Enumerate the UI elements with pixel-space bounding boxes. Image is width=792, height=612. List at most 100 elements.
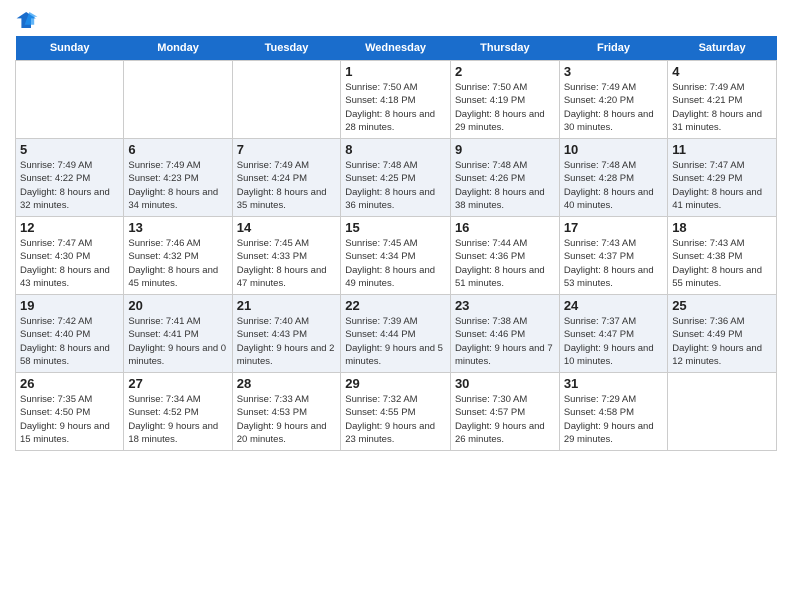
calendar-cell: 4Sunrise: 7:49 AM Sunset: 4:21 PM Daylig… [668, 61, 777, 139]
calendar-cell: 13 Sunrise: 7:46 AM Sunset: 4:32 PM Dayli… [124, 217, 232, 295]
day-info: Sunrise: 7:49 AM Sunset: 4:23 PM Dayligh… [128, 159, 227, 212]
calendar-cell: 1Sunrise: 7:50 AM Sunset: 4:18 PM Daylig… [341, 61, 451, 139]
day-number: 14 [237, 220, 337, 235]
day-number: 1 [345, 64, 446, 79]
day-number: 12 [20, 220, 119, 235]
calendar-cell: 27 Sunrise: 7:34 AM Sunset: 4:52 PM Dayli… [124, 373, 232, 451]
day-number: 5 [20, 142, 119, 157]
calendar-cell: 30 Sunrise: 7:30 AM Sunset: 4:57 PM Dayli… [450, 373, 559, 451]
day-info: Sunrise: 7:48 AM Sunset: 4:28 PM Dayligh… [564, 159, 663, 212]
calendar-cell: 19 Sunrise: 7:42 AM Sunset: 4:40 PM Dayli… [16, 295, 124, 373]
day-number: 3 [564, 64, 663, 79]
day-number: 29 [345, 376, 446, 391]
calendar-cell: 7Sunrise: 7:49 AM Sunset: 4:24 PM Daylig… [232, 139, 341, 217]
day-header-tuesday: Tuesday [232, 36, 341, 61]
day-number: 30 [455, 376, 555, 391]
calendar-cell: 17 Sunrise: 7:43 AM Sunset: 4:37 PM Dayli… [559, 217, 667, 295]
calendar-cell: 28 Sunrise: 7:33 AM Sunset: 4:53 PM Dayli… [232, 373, 341, 451]
day-info: Sunrise: 7:48 AM Sunset: 4:26 PM Dayligh… [455, 159, 555, 212]
calendar-cell: 24 Sunrise: 7:37 AM Sunset: 4:47 PM Dayli… [559, 295, 667, 373]
day-info: Sunrise: 7:36 AM Sunset: 4:49 PM Dayligh… [672, 315, 772, 368]
day-number: 2 [455, 64, 555, 79]
calendar-cell: 25 Sunrise: 7:36 AM Sunset: 4:49 PM Dayli… [668, 295, 777, 373]
day-number: 25 [672, 298, 772, 313]
calendar-cell: 22Sunrise: 7:39 AM Sunset: 4:44 PM Dayli… [341, 295, 451, 373]
day-number: 17 [564, 220, 663, 235]
day-number: 16 [455, 220, 555, 235]
day-info: Sunrise: 7:47 AM Sunset: 4:29 PM Dayligh… [672, 159, 772, 212]
day-info: Sunrise: 7:37 AM Sunset: 4:47 PM Dayligh… [564, 315, 663, 368]
calendar-cell: 29Sunrise: 7:32 AM Sunset: 4:55 PM Dayli… [341, 373, 451, 451]
day-number: 7 [237, 142, 337, 157]
day-number: 6 [128, 142, 227, 157]
calendar-table: SundayMondayTuesdayWednesdayThursdayFrid… [15, 36, 777, 451]
calendar-cell [668, 373, 777, 451]
day-info: Sunrise: 7:40 AM Sunset: 4:43 PM Dayligh… [237, 315, 337, 368]
calendar-cell: 26 Sunrise: 7:35 AM Sunset: 4:50 PM Dayli… [16, 373, 124, 451]
day-number: 21 [237, 298, 337, 313]
calendar-cell: 21 Sunrise: 7:40 AM Sunset: 4:43 PM Dayli… [232, 295, 341, 373]
day-number: 15 [345, 220, 446, 235]
calendar-cell: 31 Sunrise: 7:29 AM Sunset: 4:58 PM Dayli… [559, 373, 667, 451]
day-info: Sunrise: 7:44 AM Sunset: 4:36 PM Dayligh… [455, 237, 555, 290]
day-info: Sunrise: 7:45 AM Sunset: 4:33 PM Dayligh… [237, 237, 337, 290]
calendar-cell: 16 Sunrise: 7:44 AM Sunset: 4:36 PM Dayli… [450, 217, 559, 295]
calendar-cell: 18 Sunrise: 7:43 AM Sunset: 4:38 PM Dayli… [668, 217, 777, 295]
calendar-cell: 2Sunrise: 7:50 AM Sunset: 4:19 PM Daylig… [450, 61, 559, 139]
calendar-cell: 9 Sunrise: 7:48 AM Sunset: 4:26 PM Daylig… [450, 139, 559, 217]
week-row-2: 5 Sunrise: 7:49 AM Sunset: 4:22 PM Daylig… [16, 139, 777, 217]
calendar-cell: 11 Sunrise: 7:47 AM Sunset: 4:29 PM Dayli… [668, 139, 777, 217]
day-number: 28 [237, 376, 337, 391]
day-info: Sunrise: 7:48 AM Sunset: 4:25 PM Dayligh… [345, 159, 446, 212]
day-info: Sunrise: 7:43 AM Sunset: 4:37 PM Dayligh… [564, 237, 663, 290]
week-row-3: 12 Sunrise: 7:47 AM Sunset: 4:30 PM Dayli… [16, 217, 777, 295]
calendar-cell: 5 Sunrise: 7:49 AM Sunset: 4:22 PM Daylig… [16, 139, 124, 217]
calendar-cell: 10 Sunrise: 7:48 AM Sunset: 4:28 PM Dayli… [559, 139, 667, 217]
days-header-row: SundayMondayTuesdayWednesdayThursdayFrid… [16, 36, 777, 61]
day-number: 31 [564, 376, 663, 391]
week-row-5: 26 Sunrise: 7:35 AM Sunset: 4:50 PM Dayli… [16, 373, 777, 451]
day-info: Sunrise: 7:34 AM Sunset: 4:52 PM Dayligh… [128, 393, 227, 446]
day-header-friday: Friday [559, 36, 667, 61]
day-number: 18 [672, 220, 772, 235]
calendar-cell: 12 Sunrise: 7:47 AM Sunset: 4:30 PM Dayli… [16, 217, 124, 295]
calendar-cell: 3 Sunrise: 7:49 AM Sunset: 4:20 PM Daylig… [559, 61, 667, 139]
day-number: 8 [345, 142, 446, 157]
page-container: SundayMondayTuesdayWednesdayThursdayFrid… [0, 0, 792, 461]
day-number: 26 [20, 376, 119, 391]
day-header-wednesday: Wednesday [341, 36, 451, 61]
day-number: 9 [455, 142, 555, 157]
day-info: Sunrise: 7:47 AM Sunset: 4:30 PM Dayligh… [20, 237, 119, 290]
calendar-cell: 14 Sunrise: 7:45 AM Sunset: 4:33 PM Dayli… [232, 217, 341, 295]
page-header [15, 10, 777, 30]
day-number: 13 [128, 220, 227, 235]
week-row-4: 19 Sunrise: 7:42 AM Sunset: 4:40 PM Dayli… [16, 295, 777, 373]
day-info: Sunrise: 7:35 AM Sunset: 4:50 PM Dayligh… [20, 393, 119, 446]
day-number: 11 [672, 142, 772, 157]
day-number: 4 [672, 64, 772, 79]
calendar-cell: 15 Sunrise: 7:45 AM Sunset: 4:34 PM Dayli… [341, 217, 451, 295]
day-number: 24 [564, 298, 663, 313]
day-info: Sunrise: 7:38 AM Sunset: 4:46 PM Dayligh… [455, 315, 555, 368]
calendar-cell: 8 Sunrise: 7:48 AM Sunset: 4:25 PM Daylig… [341, 139, 451, 217]
calendar-cell [124, 61, 232, 139]
day-info: Sunrise: 7:30 AM Sunset: 4:57 PM Dayligh… [455, 393, 555, 446]
day-info: Sunrise: 7:49 AM Sunset: 4:22 PM Dayligh… [20, 159, 119, 212]
day-number: 19 [20, 298, 119, 313]
day-number: 20 [128, 298, 227, 313]
week-row-1: 1Sunrise: 7:50 AM Sunset: 4:18 PM Daylig… [16, 61, 777, 139]
day-info: Sunrise: 7:29 AM Sunset: 4:58 PM Dayligh… [564, 393, 663, 446]
day-info: Sunrise: 7:33 AM Sunset: 4:53 PM Dayligh… [237, 393, 337, 446]
calendar-cell: 6 Sunrise: 7:49 AM Sunset: 4:23 PM Daylig… [124, 139, 232, 217]
day-info: Sunrise: 7:42 AM Sunset: 4:40 PM Dayligh… [20, 315, 119, 368]
day-info: Sunrise: 7:43 AM Sunset: 4:38 PM Dayligh… [672, 237, 772, 290]
day-info: Sunrise: 7:45 AM Sunset: 4:34 PM Dayligh… [345, 237, 446, 290]
day-number: 10 [564, 142, 663, 157]
calendar-cell [16, 61, 124, 139]
day-header-saturday: Saturday [668, 36, 777, 61]
logo [15, 10, 43, 30]
day-info: Sunrise: 7:39 AM Sunset: 4:44 PM Dayligh… [345, 315, 446, 368]
day-info: Sunrise: 7:46 AM Sunset: 4:32 PM Dayligh… [128, 237, 227, 290]
day-info: Sunrise: 7:49 AM Sunset: 4:20 PM Dayligh… [564, 81, 663, 134]
day-number: 27 [128, 376, 227, 391]
